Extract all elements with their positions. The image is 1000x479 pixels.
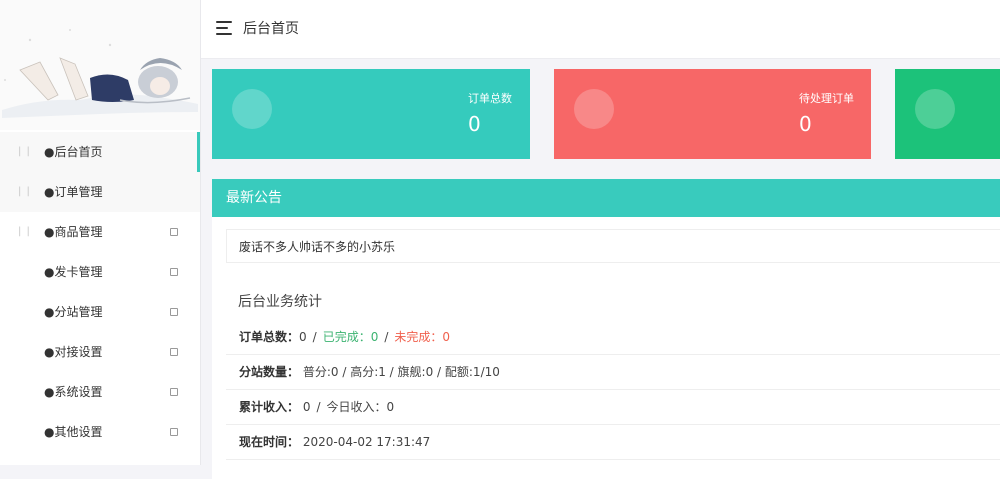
- separator: /: [312, 330, 317, 344]
- panel-title: 最新公告: [226, 190, 282, 206]
- sidebar-item-docking[interactable]: ●对接设置: [0, 332, 200, 372]
- sidebar-item-cards[interactable]: ●发卡管理: [0, 252, 200, 292]
- expand-icon: [170, 428, 178, 436]
- sidebar-item-label: ●发卡管理: [44, 265, 103, 279]
- sidebar-item-dashboard[interactable]: | | ●后台首页: [0, 132, 200, 172]
- substations-label: 分站数量：: [239, 365, 300, 379]
- orders-undone: 0: [442, 330, 451, 344]
- sidebar-item-system[interactable]: ●系统设置: [0, 372, 200, 412]
- income-label: 累计收入：: [239, 400, 300, 414]
- stats-row-substations: 分站数量： 普分:0 / 高分:1 / 旗舰:0 / 配额:1/10: [226, 355, 1000, 390]
- expand-icon: [170, 268, 178, 276]
- card-title: 订单总数: [468, 92, 512, 105]
- announcement-panel: 最新公告 废话不多人帅话不多的小苏乐 后台业务统计 订单总数：0/已完成：0/未…: [212, 179, 1000, 479]
- orders-undone-label: 未完成：: [394, 330, 443, 344]
- panel-header: 最新公告: [212, 179, 1000, 217]
- sidebar-item-label: ●分站管理: [44, 305, 103, 319]
- orders-label: 订单总数：: [239, 330, 300, 344]
- time-label: 现在时间：: [239, 435, 300, 449]
- sidebar: | | ●后台首页 | | ●订单管理 | | ●商品管理 ●发卡管理 ●分站管…: [0, 0, 201, 465]
- sidebar-item-label: ●对接设置: [44, 345, 103, 359]
- sidebar-item-label: ●系统设置: [44, 385, 103, 399]
- income-today-label: 今日收入：: [326, 400, 387, 414]
- notice-content: 废话不多人帅话不多的小苏乐: [239, 240, 396, 254]
- orders-done-label: 已完成：: [322, 330, 371, 344]
- card-circle-icon: [232, 89, 272, 129]
- card-value: 0: [468, 112, 481, 136]
- sidebar-item-orders[interactable]: | | ●订单管理: [0, 172, 200, 212]
- separator: /: [316, 400, 321, 414]
- sidebar-item-other[interactable]: ●其他设置: [0, 412, 200, 452]
- card-circle-icon: [915, 89, 955, 129]
- sidebar-item-label: ●其他设置: [44, 425, 103, 439]
- expand-icon: [170, 388, 178, 396]
- sidebar-menu: | | ●后台首页 | | ●订单管理 | | ●商品管理 ●发卡管理 ●分站管…: [0, 132, 200, 452]
- stats-row-time: 现在时间： 2020-04-02 17:31:47: [226, 425, 1000, 460]
- sidebar-item-prefix: | |: [18, 146, 31, 157]
- expand-icon: [170, 228, 178, 236]
- sidebar-item-prefix: | |: [18, 186, 31, 197]
- sidebar-item-label: ●商品管理: [44, 225, 103, 239]
- separator: /: [384, 330, 389, 344]
- page-title: 后台首页: [243, 21, 299, 37]
- sidebar-item-label: ●后台首页: [44, 145, 103, 159]
- card-value: 0: [799, 112, 812, 136]
- income-total: 0: [302, 400, 311, 414]
- substations-value: 普分:0 / 高分:1 / 旗舰:0 / 配额:1/10: [302, 365, 500, 379]
- stats-title: 后台业务统计: [238, 294, 322, 310]
- orders-done: 0: [370, 330, 379, 344]
- sidebar-item-prefix: | |: [18, 226, 31, 237]
- orders-total: 0: [299, 330, 307, 344]
- sidebar-item-products[interactable]: | | ●商品管理: [0, 212, 200, 252]
- sidebar-item-label: ●订单管理: [44, 185, 103, 199]
- income-today: 0: [386, 400, 395, 414]
- stat-card-third: [895, 69, 1000, 159]
- card-title: 待处理订单: [799, 92, 854, 105]
- menu-toggle-icon[interactable]: [216, 21, 232, 35]
- stats-row-orders: 订单总数：0/已完成：0/未完成：0: [226, 320, 1000, 355]
- sidebar-banner-image: [0, 0, 200, 130]
- card-circle-icon: [574, 89, 614, 129]
- stat-card-orders: 订单总数 0: [212, 69, 530, 159]
- announcement-text: 废话不多人帅话不多的小苏乐: [226, 229, 1000, 263]
- expand-icon: [170, 348, 178, 356]
- stats-row-income: 累计收入： 0/今日收入：0: [226, 390, 1000, 425]
- stat-card-pending: 待处理订单 0: [554, 69, 871, 159]
- expand-icon: [170, 308, 178, 316]
- sidebar-item-substations[interactable]: ●分站管理: [0, 292, 200, 332]
- top-header: 后台首页: [201, 0, 1000, 59]
- time-value: 2020-04-02 17:31:47: [302, 435, 431, 449]
